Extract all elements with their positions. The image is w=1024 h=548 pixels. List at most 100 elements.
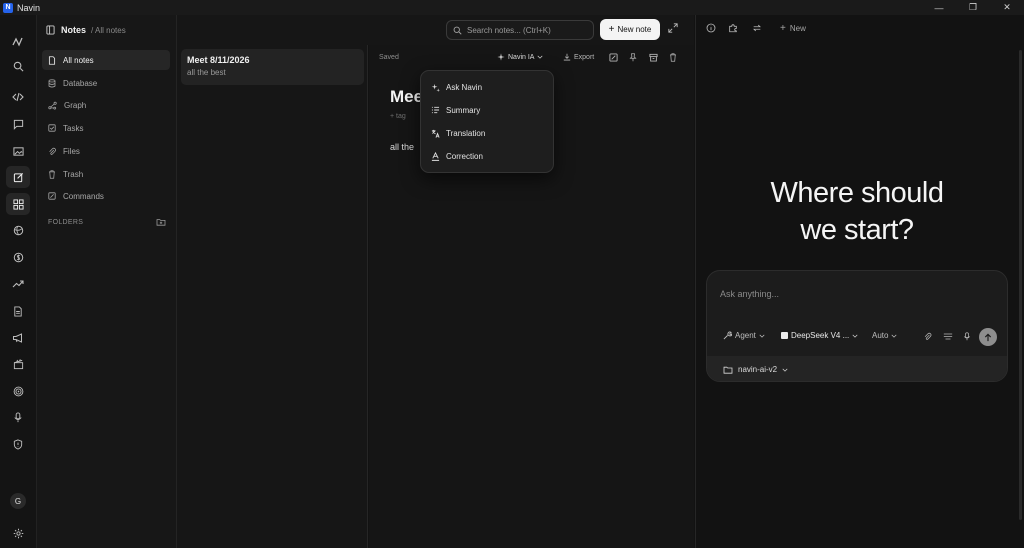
clapperboard-icon[interactable]	[6, 353, 30, 375]
headline-line: Where should	[770, 177, 944, 209]
note-body[interactable]: all the	[390, 142, 414, 152]
note-title-editor[interactable]: Mee	[390, 87, 423, 107]
paperclip-icon	[49, 147, 56, 155]
sidebar-item-label: Trash	[63, 169, 84, 179]
workspace-label: navin-ai-v2	[738, 365, 778, 374]
sidebar-item-graph[interactable]: Graph	[42, 95, 170, 115]
trash-icon[interactable]	[669, 53, 677, 62]
sidebar-item-tasks[interactable]: Tasks	[42, 118, 170, 138]
window-controls: — ❐ ✕	[922, 0, 1024, 15]
dollar-icon[interactable]	[6, 246, 30, 268]
menu-item-translation[interactable]: Translation	[431, 124, 545, 142]
new-chat-label: New	[789, 24, 806, 33]
list-item[interactable]: Meet 8/11/2026 all the best	[181, 49, 364, 85]
new-note-button[interactable]: + New note	[600, 19, 660, 40]
model-icon	[781, 332, 788, 339]
expand-icon[interactable]	[668, 23, 678, 33]
search-icon[interactable]	[6, 55, 30, 77]
menu-item-label: Correction	[446, 151, 483, 161]
folder-icon	[723, 366, 733, 374]
logo-icon[interactable]	[6, 31, 30, 53]
search-input[interactable]: Search notes... (Ctrl+K)	[446, 20, 594, 40]
add-tag-button[interactable]: + tag	[390, 113, 406, 120]
add-folder-icon[interactable]	[156, 218, 166, 226]
scrollbar[interactable]	[1019, 50, 1022, 520]
target-icon[interactable]	[6, 380, 30, 402]
attach-icon[interactable]	[923, 332, 932, 341]
puzzle-icon[interactable]	[728, 23, 738, 33]
globe-icon[interactable]	[6, 219, 30, 241]
file-icon	[48, 55, 56, 65]
mode-selector[interactable]: Auto	[869, 331, 897, 340]
sparkles-icon	[431, 83, 440, 92]
menu-item-label: Summary	[446, 105, 481, 115]
welcome-headline: Where should we start?	[696, 175, 1018, 249]
headline-line: we start?	[800, 214, 914, 246]
settings-icon[interactable]	[6, 522, 30, 544]
sidebar-item-files[interactable]: Files	[42, 141, 170, 161]
chevron-down-icon	[852, 334, 858, 338]
folders-section: FOLDERS	[48, 218, 166, 226]
ask-input[interactable]	[720, 289, 980, 299]
menu-item-correction[interactable]: Correction	[431, 147, 545, 165]
breadcrumb: / All notes	[91, 25, 126, 35]
workspace-selector[interactable]: navin-ai-v2	[707, 356, 1007, 381]
trending-icon[interactable]	[6, 273, 30, 295]
new-chat-button[interactable]: + New	[780, 23, 806, 34]
menu-item-summary[interactable]: Summary	[431, 101, 545, 119]
navin-ia-label: Navin IA	[508, 53, 535, 61]
close-button[interactable]: ✕	[990, 0, 1024, 15]
export-button[interactable]: Export	[563, 53, 594, 61]
megaphone-icon[interactable]	[6, 327, 30, 349]
send-button[interactable]	[979, 328, 997, 346]
microphone-icon[interactable]	[963, 332, 971, 341]
note-snippet: all the best	[187, 68, 226, 77]
mode-label: Auto	[872, 331, 889, 340]
sparkles-icon	[497, 53, 505, 61]
microphone-icon[interactable]	[6, 406, 30, 428]
chat-icon[interactable]	[6, 113, 30, 135]
sidebar-toggle-icon[interactable]	[46, 25, 55, 35]
notes-header: Notes / All notes	[37, 15, 177, 45]
sidebar-item-label: Tasks	[63, 123, 84, 133]
sidebar-item-label: Graph	[64, 100, 87, 110]
menu-item-label: Ask Navin	[446, 82, 483, 92]
notes-title: Notes	[61, 25, 87, 35]
image-icon[interactable]	[6, 140, 30, 162]
agent-selector[interactable]: Agent	[723, 331, 765, 340]
options-icon[interactable]	[943, 332, 953, 341]
notes-icon[interactable]	[6, 166, 30, 188]
maximize-button[interactable]: ❐	[956, 0, 990, 15]
refresh-icon[interactable]	[752, 23, 762, 33]
model-selector[interactable]: DeepSeek V4 ...	[781, 331, 858, 340]
folders-label: FOLDERS	[48, 218, 84, 226]
assistant-pane: + New Where should we start? Agent DeepS…	[695, 15, 1024, 548]
code-icon[interactable]	[6, 86, 30, 108]
sidebar-item-trash[interactable]: Trash	[42, 164, 170, 184]
notes-sidebar: Notes / All notes All notes Database Gra…	[37, 15, 177, 548]
sidebar-item-commands[interactable]: Commands	[42, 186, 170, 206]
menu-item-ask-navin[interactable]: Ask Navin	[431, 78, 545, 96]
edit-icon[interactable]	[609, 53, 618, 62]
navin-ia-menu: Ask Navin Summary Translation Correction	[420, 70, 554, 173]
minimize-button[interactable]: —	[922, 0, 956, 15]
sidebar-item-label: Files	[63, 146, 80, 156]
sidebar-item-database[interactable]: Database	[42, 73, 170, 93]
sidebar-item-all-notes[interactable]: All notes	[42, 50, 170, 70]
info-icon[interactable]	[706, 23, 716, 33]
archive-icon[interactable]	[649, 53, 658, 62]
app-title: Navin	[17, 2, 41, 13]
avatar[interactable]: G	[10, 493, 26, 509]
trash-icon	[49, 169, 55, 179]
document-icon[interactable]	[6, 300, 30, 322]
agent-label: Agent	[735, 331, 756, 340]
shield-icon[interactable]	[6, 433, 30, 455]
pin-icon[interactable]	[629, 53, 637, 62]
title-bar: N Navin — ❐ ✕	[0, 0, 1024, 15]
navin-ia-button[interactable]: Navin IA	[497, 53, 543, 61]
list-icon	[431, 106, 440, 114]
arrow-up-icon	[984, 333, 992, 341]
grid-icon[interactable]	[6, 193, 30, 215]
search-icon	[453, 26, 462, 35]
model-label: DeepSeek V4 ...	[791, 331, 850, 340]
